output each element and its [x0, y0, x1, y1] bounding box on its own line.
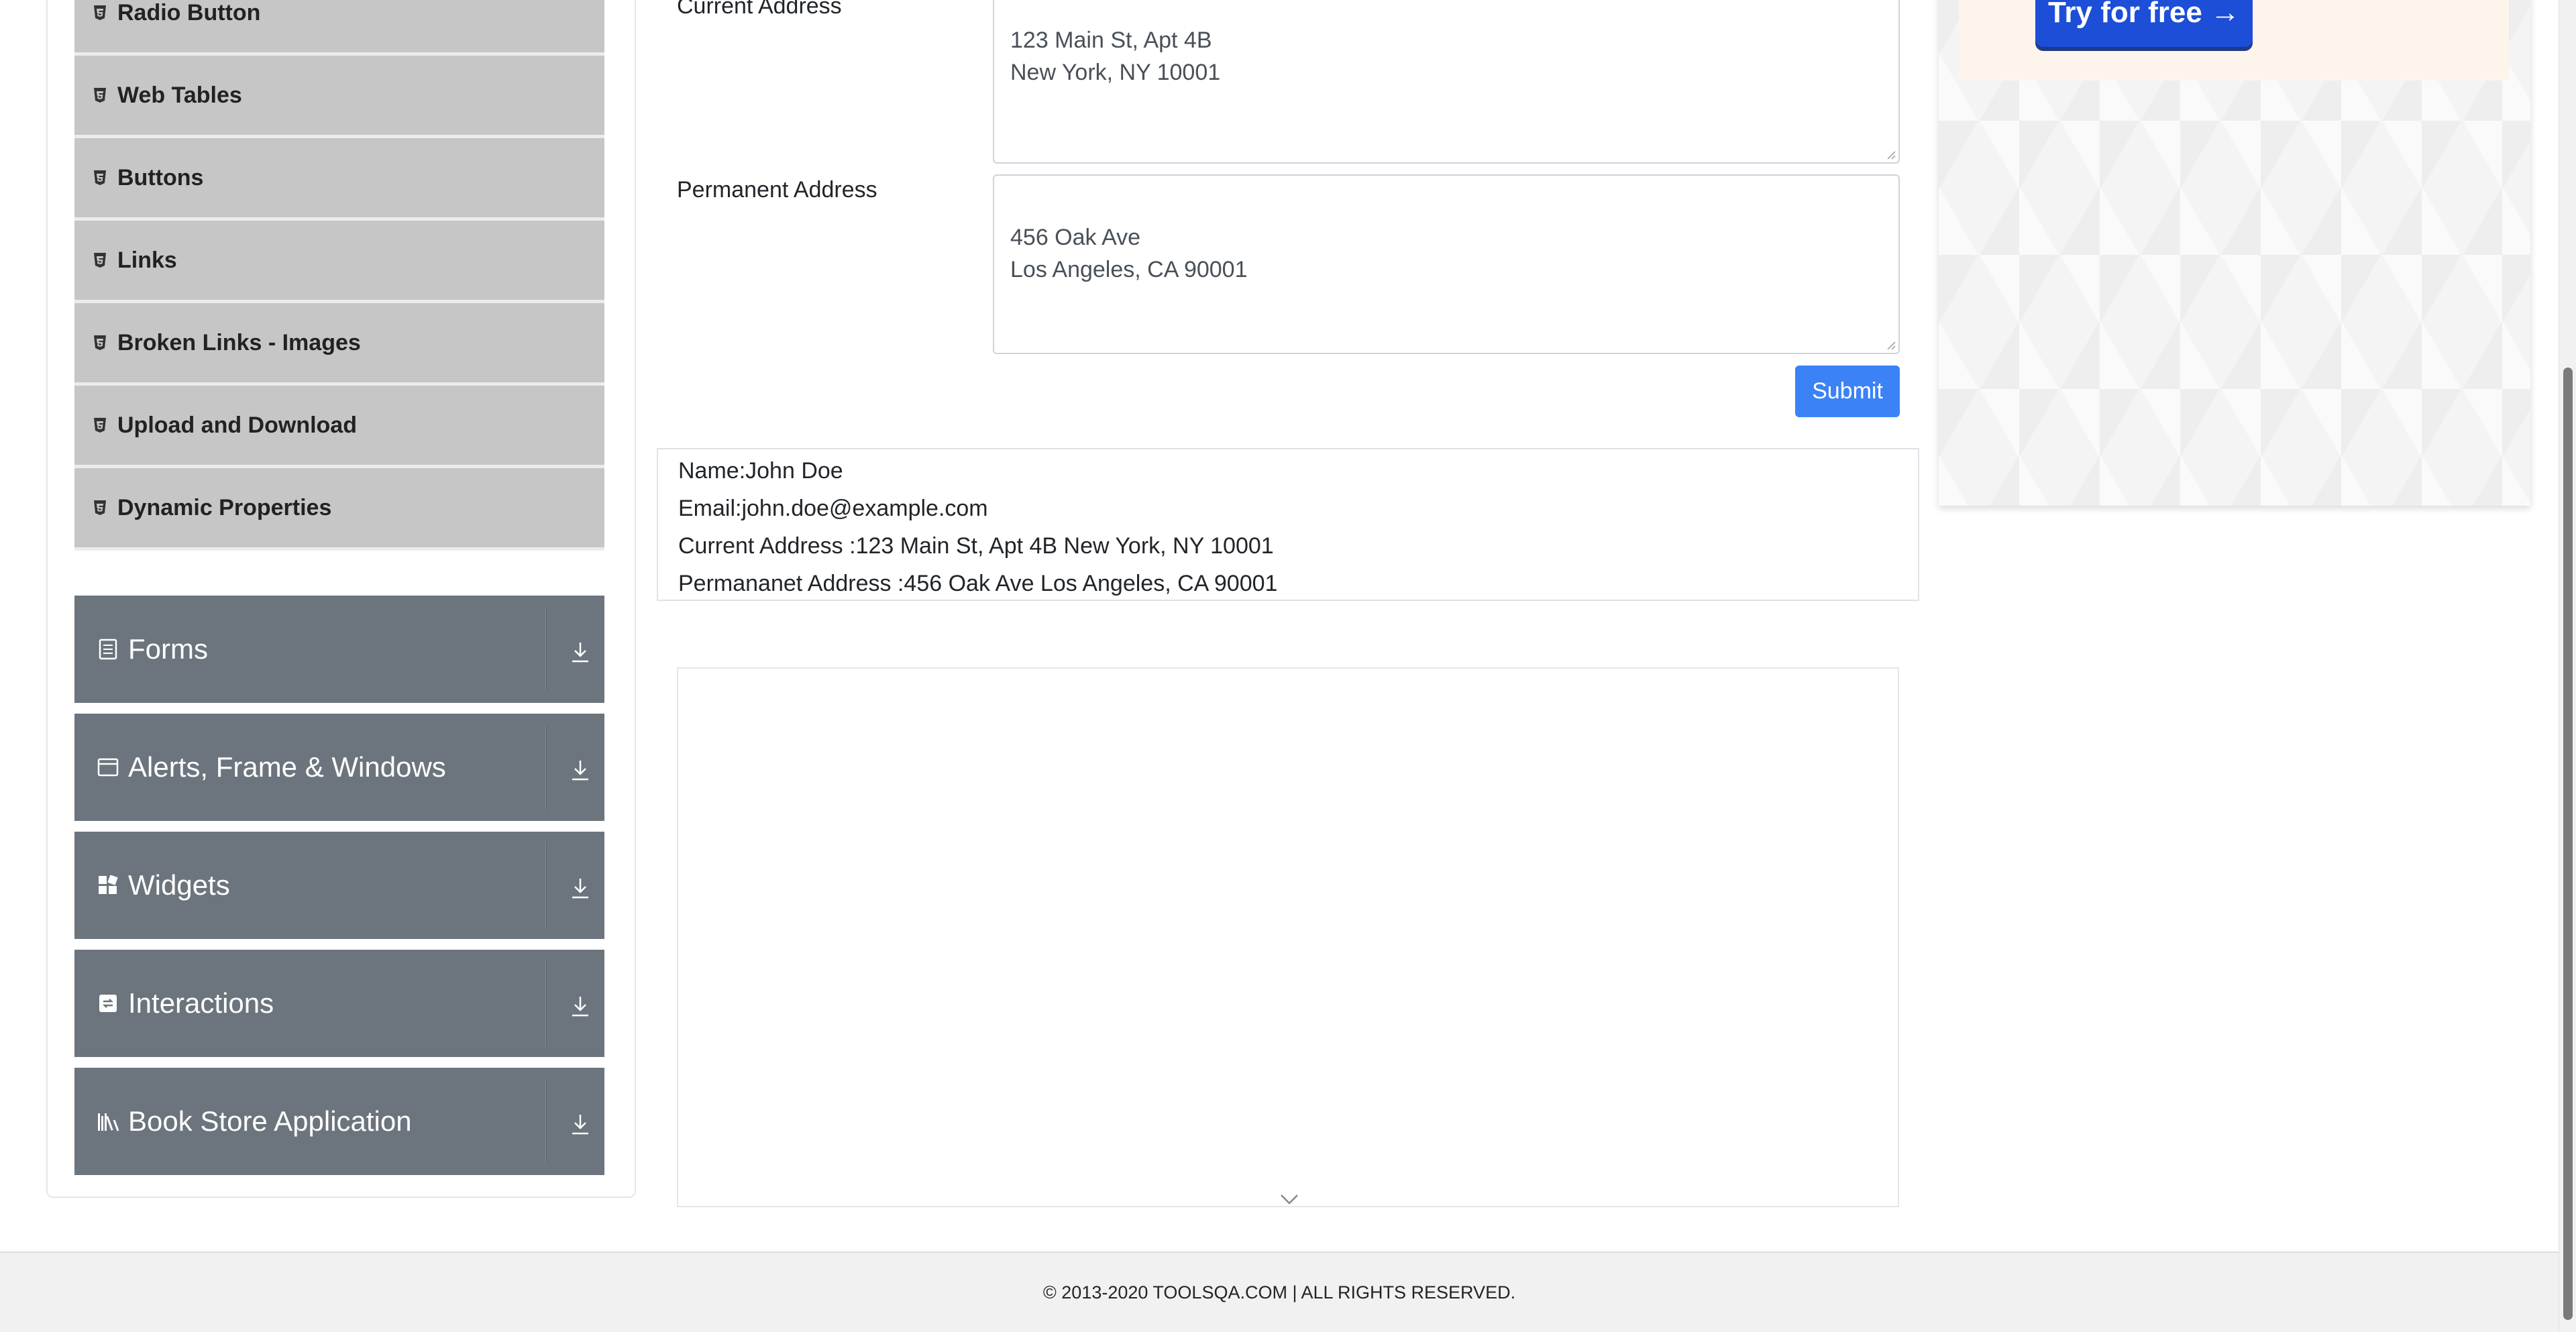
html5-icon — [94, 5, 106, 20]
divider — [545, 724, 547, 810]
widgets-icon — [96, 873, 120, 897]
output-current-address: Current Address :123 Main St, Apt 4B New… — [678, 533, 1274, 559]
sidebar-group-widgets[interactable]: Widgets — [74, 832, 604, 939]
current-address-value: 123 Main St, Apt 4B New York, NY 10001 — [1010, 27, 1221, 85]
sidebar-item-label: Broken Links - Images — [117, 329, 361, 355]
sidebar-group-book-store[interactable]: Book Store Application — [74, 1068, 604, 1175]
download-icon[interactable] — [570, 876, 591, 900]
sidebar-item-label: Upload and Download — [117, 412, 357, 438]
sidebar-group-label: Forms — [128, 633, 208, 665]
sidebar-group-label: Widgets — [128, 869, 230, 901]
scrollbar-thumb[interactable] — [2563, 368, 2573, 1320]
sidebar-group-label: Interactions — [128, 987, 274, 1019]
html5-icon — [94, 418, 106, 433]
html5-icon — [94, 170, 106, 185]
sidebar-item-links[interactable]: Links — [74, 221, 604, 303]
sidebar-item-label: Buttons — [117, 164, 204, 190]
current-address-field[interactable]: 123 Main St, Apt 4B New York, NY 10001 — [993, 0, 1900, 164]
divider — [545, 842, 547, 928]
html5-icon — [94, 335, 106, 350]
sidebar-item-web-tables[interactable]: Web Tables — [74, 56, 604, 138]
books-icon — [96, 1109, 120, 1133]
right-ad: Try for free → — [1939, 0, 2530, 506]
divider — [545, 960, 547, 1046]
sidebar-item-broken-links[interactable]: Broken Links - Images — [74, 303, 604, 386]
html5-icon — [94, 253, 106, 268]
divider — [545, 606, 547, 692]
download-icon[interactable] — [570, 1112, 591, 1136]
sidebar-group-label: Alerts, Frame & Windows — [128, 751, 446, 783]
download-icon[interactable] — [570, 758, 591, 782]
ad-banner: Try for free → — [1959, 0, 2509, 80]
form-icon — [96, 637, 120, 661]
sidebar-group-label: Book Store Application — [128, 1105, 412, 1137]
download-icon[interactable] — [570, 994, 591, 1018]
try-for-free-button[interactable]: Try for free → — [2035, 0, 2253, 47]
output-box: Name:John Doe Email:john.doe@example.com… — [657, 448, 1919, 601]
permanent-address-field[interactable]: 456 Oak Ave Los Angeles, CA 90001 — [993, 174, 1900, 354]
interactions-icon — [96, 991, 120, 1015]
sidebar-item-dynamic-properties[interactable]: Dynamic Properties — [74, 468, 604, 551]
submit-button[interactable]: Submit — [1795, 366, 1900, 417]
sidebar-item-label: Web Tables — [117, 82, 242, 108]
sidebar-item-label: Radio Button — [117, 0, 261, 25]
permanent-address-value: 456 Oak Ave Los Angeles, CA 90001 — [1010, 225, 1248, 282]
divider — [545, 1078, 547, 1164]
html5-icon — [94, 500, 106, 515]
sidebar-item-upload-download[interactable]: Upload and Download — [74, 386, 604, 468]
current-address-label: Current Address — [677, 0, 842, 19]
resize-handle-icon[interactable] — [1885, 339, 1896, 350]
sidebar-group-interactions[interactable]: Interactions — [74, 950, 604, 1057]
download-icon[interactable] — [570, 640, 591, 664]
elements-submenu: Radio Button Web Tables Buttons Links Br… — [74, 0, 604, 551]
window-icon — [96, 755, 120, 779]
footer: © 2013-2020 TOOLSQA.COM | ALL RIGHTS RES… — [0, 1252, 2559, 1332]
ad-frame — [677, 667, 1899, 1207]
sidebar-item-radio-button[interactable]: Radio Button — [74, 0, 604, 56]
chevron-down-icon[interactable] — [1279, 1192, 1299, 1206]
footer-text: © 2013-2020 TOOLSQA.COM | ALL RIGHTS RES… — [1042, 1282, 1516, 1302]
resize-handle-icon[interactable] — [1885, 149, 1896, 160]
sidebar-group-forms[interactable]: Forms — [74, 596, 604, 703]
sidebar-item-label: Dynamic Properties — [117, 494, 332, 520]
page-scrollbar[interactable] — [2559, 0, 2576, 1332]
sidebar-item-buttons[interactable]: Buttons — [74, 138, 604, 221]
output-name: Name:John Doe — [678, 458, 843, 484]
permanent-address-label: Permanent Address — [677, 177, 877, 203]
html5-icon — [94, 88, 106, 103]
sidebar-item-label: Links — [117, 247, 177, 273]
sidebar-group-alerts[interactable]: Alerts, Frame & Windows — [74, 714, 604, 821]
output-permanent-address: Permananet Address :456 Oak Ave Los Ange… — [678, 571, 1278, 596]
output-email: Email:john.doe@example.com — [678, 496, 988, 521]
